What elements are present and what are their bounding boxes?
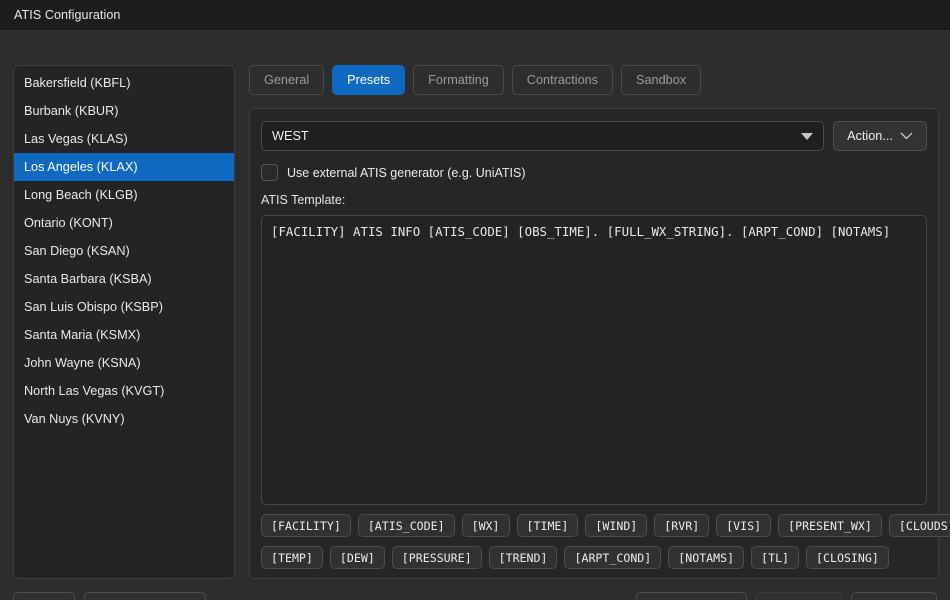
- tab-bar: General Presets Formatting Contractions Sand…: [249, 65, 939, 95]
- airport-list-item-label: Santa Maria (KSMX): [24, 328, 141, 342]
- token-button[interactable]: [NOTAMS]: [668, 546, 745, 569]
- token-button[interactable]: [RVR]: [654, 514, 710, 537]
- airport-list-item-label: Van Nuys (KVNY): [24, 412, 125, 426]
- preset-row: WEST Action...: [261, 121, 927, 151]
- airport-list-item[interactable]: San Diego (KSAN): [14, 237, 234, 265]
- airport-list-item[interactable]: Burbank (KBUR): [14, 97, 234, 125]
- token-button[interactable]: [ARPT_COND]: [564, 546, 662, 569]
- airport-list-item-label: Bakersfield (KBFL): [24, 76, 131, 90]
- airport-list-item-label: North Las Vegas (KVGT): [24, 384, 165, 398]
- window-body: Bakersfield (KBFL) Burbank (KBUR) Las Vega…: [0, 31, 950, 600]
- token-button[interactable]: [WX]: [461, 514, 510, 537]
- airport-list-item-label: Santa Barbara (KSBA): [24, 272, 152, 286]
- footer-right-buttons: Save & Close Apply Cancel: [636, 592, 937, 600]
- footer-bar: New Import Existing Save & Close Apply C…: [0, 583, 950, 600]
- airport-list[interactable]: Bakersfield (KBFL) Burbank (KBUR) Las Vega…: [13, 65, 235, 579]
- action-button-label: Action...: [847, 129, 893, 143]
- airport-list-item-label: Long Beach (KLGB): [24, 188, 138, 202]
- tab-sandbox[interactable]: Sandbox: [621, 65, 702, 95]
- airport-list-item[interactable]: Los Angeles (KLAX): [14, 153, 234, 181]
- preset-select-value: WEST: [272, 129, 309, 143]
- action-button[interactable]: Action...: [833, 121, 927, 151]
- window-title: ATIS Configuration: [14, 8, 121, 22]
- import-existing-button[interactable]: Import Existing: [84, 592, 206, 600]
- token-button[interactable]: [TREND]: [488, 546, 558, 569]
- presets-panel: WEST Action... Use external ATIS generat…: [249, 108, 950, 579]
- token-button[interactable]: [CLOSING]: [806, 546, 889, 569]
- airport-list-item-label: San Luis Obispo (KSBP): [24, 300, 163, 314]
- airport-list-item-label: Ontario (KONT): [24, 216, 113, 230]
- airport-list-item-label: Burbank (KBUR): [24, 104, 119, 118]
- token-button[interactable]: [FACILITY]: [261, 514, 351, 537]
- preset-select[interactable]: WEST: [261, 121, 824, 151]
- token-button[interactable]: [PRESSURE]: [391, 546, 482, 569]
- tab-general[interactable]: General: [249, 65, 325, 95]
- airport-list-item-label: John Wayne (KSNA): [24, 356, 141, 370]
- token-button[interactable]: [DEW]: [329, 546, 385, 569]
- chevron-down-icon: [900, 132, 913, 140]
- external-generator-label: Use external ATIS generator (e.g. UniATI…: [287, 165, 526, 180]
- airport-list-item-label: Los Angeles (KLAX): [24, 160, 138, 174]
- airport-list-item-label: San Diego (KSAN): [24, 244, 130, 258]
- token-button[interactable]: [TEMP]: [261, 546, 323, 569]
- airport-list-item[interactable]: Santa Barbara (KSBA): [14, 265, 234, 293]
- token-button[interactable]: [TIME]: [516, 514, 579, 537]
- main-column: General Presets Formatting Contractions Sand…: [249, 65, 950, 579]
- airport-list-item[interactable]: North Las Vegas (KVGT): [14, 377, 234, 405]
- airport-list-item[interactable]: Santa Maria (KSMX): [14, 321, 234, 349]
- tab-presets[interactable]: Presets: [332, 65, 406, 95]
- tab-formatting[interactable]: Formatting: [413, 65, 504, 95]
- airport-list-item[interactable]: John Wayne (KSNA): [14, 349, 234, 377]
- token-button[interactable]: [PRESENT_WX]: [778, 514, 882, 537]
- footer-left-buttons: New Import Existing: [13, 592, 206, 600]
- new-button[interactable]: New: [13, 592, 75, 600]
- token-row-1: [FACILITY] [ATIS_CODE] [WX] [TIME] [WIND] [RV…: [261, 514, 950, 537]
- save-and-close-button[interactable]: Save & Close: [636, 592, 747, 600]
- airport-list-item[interactable]: Van Nuys (KVNY): [14, 405, 234, 433]
- atis-template-label: ATIS Template:: [261, 193, 346, 207]
- token-row-2: [TEMP] [DEW] [PRESSURE] [TREND] [ARPT_COND] […: [261, 546, 927, 569]
- airport-list-item[interactable]: Las Vegas (KLAS): [14, 125, 234, 153]
- token-button[interactable]: [VIS]: [716, 514, 772, 537]
- airport-list-item-label: Las Vegas (KLAS): [24, 132, 128, 146]
- title-bar: ATIS Configuration: [0, 0, 950, 31]
- airport-list-item[interactable]: San Luis Obispo (KSBP): [14, 293, 234, 321]
- apply-button: Apply: [756, 592, 842, 600]
- token-button[interactable]: [ATIS_CODE]: [357, 514, 455, 537]
- airport-list-item[interactable]: Ontario (KONT): [14, 209, 234, 237]
- atis-template-textarea[interactable]: [FACILITY] ATIS INFO [ATIS_CODE] [OBS_TI…: [261, 215, 927, 505]
- airport-list-item[interactable]: Long Beach (KLGB): [14, 181, 234, 209]
- external-generator-checkbox[interactable]: [261, 164, 278, 181]
- airport-list-item[interactable]: Bakersfield (KBFL): [14, 69, 234, 97]
- token-button[interactable]: [CLOUDS]: [888, 514, 950, 537]
- cancel-button[interactable]: Cancel: [851, 592, 937, 600]
- external-generator-row: Use external ATIS generator (e.g. UniATI…: [261, 163, 927, 182]
- token-button[interactable]: [TL]: [751, 546, 800, 569]
- chevron-down-icon: [801, 132, 813, 140]
- token-button[interactable]: [WIND]: [585, 514, 648, 537]
- tab-contractions[interactable]: Contractions: [511, 65, 614, 95]
